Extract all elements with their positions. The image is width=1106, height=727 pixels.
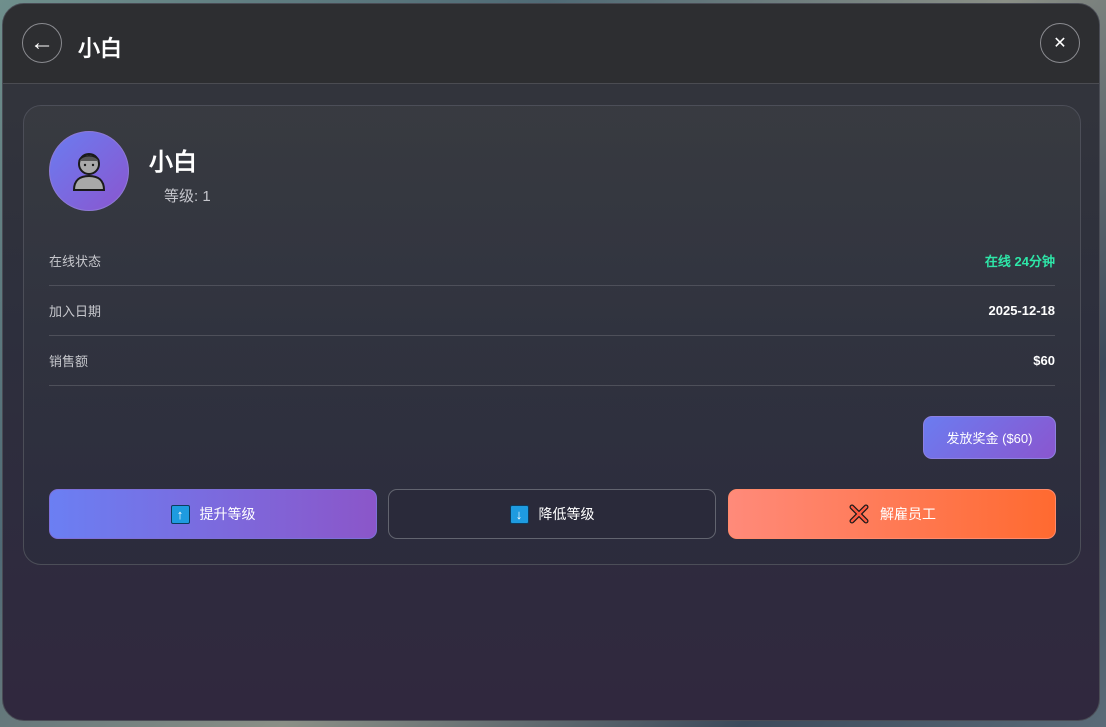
employee-level: 等级: 1	[164, 188, 211, 205]
detail-label: 销售额	[49, 354, 89, 369]
employee-card: 小白 等级: 1 在线状态 在线 24分钟 加入日期 2025-12-18 销售…	[23, 105, 1081, 565]
back-button[interactable]: ←	[22, 23, 62, 63]
cross-mark-icon	[848, 503, 870, 525]
employee-name: 小白	[149, 149, 197, 176]
online-status-value: 在线 24分钟	[984, 254, 1055, 269]
back-arrow-icon: ←	[30, 29, 54, 56]
fire-button[interactable]: 解雇员工	[728, 489, 1056, 539]
detail-label: 在线状态	[49, 254, 102, 269]
modal-header: ← 小白 ✕	[3, 4, 1099, 84]
page-title: 小白	[78, 36, 123, 61]
detail-row-online-status: 在线状态 在线 24分钟	[49, 236, 1055, 286]
close-button[interactable]: ✕	[1040, 23, 1080, 63]
promote-label: 提升等级	[199, 506, 256, 522]
detail-label: 加入日期	[49, 304, 102, 319]
bonus-button[interactable]: 发放奖金 ($60)	[923, 416, 1056, 459]
down-arrow-icon: ↓	[509, 504, 529, 524]
join-date-value: 2025-12-18	[988, 303, 1056, 318]
detail-row-sales: 销售额 $60	[49, 336, 1055, 386]
close-icon: ✕	[1053, 35, 1067, 52]
avatar	[49, 131, 129, 211]
employee-modal: ← 小白 ✕ 小白 等级: 1 在线状态 在线 24分钟 加入日期 2025-1…	[2, 3, 1100, 721]
sales-value: $60	[1033, 353, 1055, 368]
demote-button[interactable]: ↓ 降低等级	[388, 489, 716, 539]
demote-label: 降低等级	[538, 506, 595, 522]
up-arrow-icon: ↑	[170, 504, 190, 524]
promote-button[interactable]: ↑ 提升等级	[49, 489, 377, 539]
fire-label: 解雇员工	[880, 506, 936, 522]
detail-row-join-date: 加入日期 2025-12-18	[49, 286, 1055, 336]
person-icon	[72, 153, 106, 191]
